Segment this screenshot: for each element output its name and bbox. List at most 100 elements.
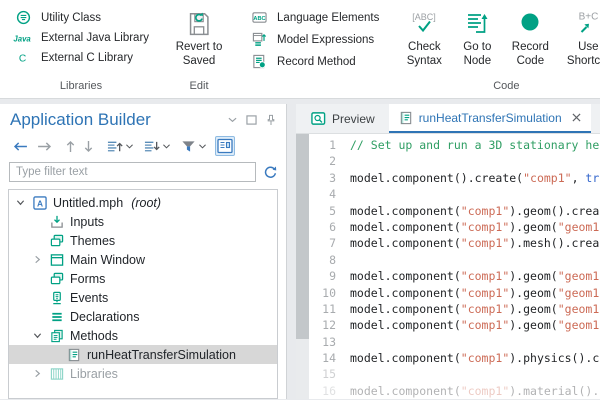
close-tab-icon[interactable] (572, 113, 581, 122)
tree-item-inputs[interactable]: Inputs (9, 212, 277, 231)
revert-to-saved-label: Revert to Saved (169, 41, 229, 69)
forward-button[interactable] (34, 140, 55, 153)
application-builder-panel: Application Builder (0, 104, 287, 399)
record-code-button[interactable]: Record Code (502, 6, 558, 70)
collapse-panel-icon[interactable] (228, 117, 237, 123)
tree-item-forms[interactable]: Forms (9, 269, 277, 288)
declarations-icon (49, 310, 65, 324)
go-to-node-button[interactable]: Go to Node (454, 6, 500, 70)
chevron-collapsed-icon[interactable] (30, 255, 44, 264)
code-text: model.component("comp1").geom("geom1 (350, 301, 599, 317)
line-number: 2 (309, 153, 336, 169)
move-up-button[interactable] (63, 138, 78, 155)
code-line-16: 16model.component("comp1").material(). (309, 383, 600, 399)
line-number: 3 (309, 170, 336, 186)
java-icon: Java (13, 33, 34, 44)
line-number: 11 (309, 301, 336, 317)
tree-item-untitled-mph[interactable]: AUntitled.mph(root) (9, 193, 277, 212)
line-number: 15 (309, 366, 336, 382)
move-down-button[interactable] (81, 138, 96, 155)
use-shortcut-button[interactable]: B+C Use Shortcut (560, 6, 600, 70)
tree-item-events[interactable]: Events (9, 288, 277, 307)
code-text: model.component("comp1").geom("geom1 (350, 219, 599, 235)
code-line-13: 13 (309, 334, 600, 350)
line-number: 6 (309, 219, 336, 235)
panel-header: Application Builder (8, 108, 278, 134)
panel-divider[interactable] (287, 104, 296, 399)
tree-item-label: Main Window (70, 253, 145, 267)
record-method-button[interactable]: Record Method (246, 53, 382, 70)
language-elements-button[interactable]: ABC Language Elements (246, 9, 382, 26)
code-line-15: 15 (309, 366, 600, 382)
back-icon (12, 141, 29, 152)
node-text-icon (217, 138, 233, 154)
external-c-library-label: External C Library (41, 52, 133, 64)
revert-to-saved-button[interactable]: Revert to Saved (168, 6, 230, 70)
pin-panel-icon[interactable] (266, 114, 276, 126)
tab-preview[interactable]: Preview (301, 104, 385, 133)
tree-item-label: Events (70, 291, 108, 305)
node-text-toggle-button[interactable] (215, 136, 235, 156)
svg-text:A: A (37, 198, 43, 208)
dropdown-caret-icon (199, 144, 206, 149)
tree-item-libraries[interactable]: Libraries (9, 364, 277, 383)
check-syntax-button[interactable]: [ABC] Check Syntax (396, 6, 452, 70)
tree-item-themes[interactable]: Themes (9, 231, 277, 250)
tree-item-main-window[interactable]: Main Window (9, 250, 277, 269)
main-window-icon (49, 253, 65, 267)
preview-icon (311, 111, 326, 126)
editor-tab-bar: Preview runHeatTransferSimulation (296, 104, 600, 134)
code-editor[interactable]: 1// Set up and run a 3D stationary he23m… (309, 134, 600, 399)
scrollbar-thumb[interactable] (296, 134, 309, 339)
chevron-expanded-icon[interactable] (30, 331, 44, 340)
inputs-icon (49, 215, 65, 229)
main-content: Application Builder (0, 99, 600, 399)
tree-item-declarations[interactable]: Declarations (9, 307, 277, 326)
sort-up-icon (106, 139, 123, 154)
tree-item-label: Forms (70, 272, 105, 286)
refresh-button[interactable] (263, 165, 278, 180)
chevron-expanded-icon[interactable] (13, 198, 27, 207)
tab-preview-label: Preview (332, 112, 375, 126)
tree-item-label: Declarations (70, 310, 139, 324)
tree-item-label: Themes (70, 234, 115, 248)
model-expressions-label: Model Expressions (277, 34, 374, 46)
model-expressions-button[interactable]: Model Expressions (246, 31, 382, 48)
record-code-icon (515, 7, 545, 41)
filter-input[interactable] (9, 162, 256, 182)
tab-run-heat-transfer-simulation[interactable]: runHeatTransferSimulation (389, 104, 591, 133)
ribbon-group-edit: Revert to Saved Edit (160, 0, 238, 98)
tree-item-methods[interactable]: Methods (9, 326, 277, 345)
sort-down-button[interactable] (141, 138, 172, 155)
code-line-8: 8 (309, 252, 600, 268)
utility-class-button[interactable]: Utility Class (10, 9, 152, 26)
code-line-7: 7model.component("comp1").mesh().crea (309, 235, 600, 251)
line-number: 8 (309, 252, 336, 268)
code-line-5: 5model.component("comp1").geom().crea (309, 203, 600, 219)
forward-icon (36, 141, 53, 152)
model-expressions-icon (249, 32, 270, 47)
code-line-1: 1// Set up and run a 3D stationary he (309, 137, 600, 153)
sort-up-button[interactable] (104, 138, 135, 155)
code-line-14: 14model.component("comp1").physics().c (309, 350, 600, 366)
ribbon: Utility Class Java External Java Library… (0, 0, 600, 99)
chevron-collapsed-icon[interactable] (30, 369, 44, 378)
code-line-3: 3 model.component().create("comp1", tr (309, 170, 600, 186)
line-number: 12 (309, 317, 336, 333)
tree-item-runheattransfersimulation[interactable]: runHeatTransferSimulation (9, 345, 277, 364)
ribbon-group-label-edit: Edit (168, 78, 230, 96)
tree-item-label: runHeatTransferSimulation (87, 348, 236, 362)
code-text: model.component().create("comp1", tr (350, 170, 599, 186)
filter-button[interactable] (179, 138, 208, 155)
use-shortcut-icon: B+C (573, 7, 600, 41)
external-c-library-button[interactable]: C External C Library (10, 50, 152, 65)
app-icon: A (32, 196, 48, 210)
float-panel-icon[interactable] (246, 115, 257, 125)
record-method-label: Record Method (277, 56, 356, 68)
language-elements-icon: ABC (249, 10, 270, 25)
external-java-library-button[interactable]: Java External Java Library (10, 31, 152, 45)
events-icon (49, 291, 65, 305)
back-button[interactable] (10, 140, 31, 153)
editor-scrollbar[interactable] (296, 134, 309, 399)
tree-item-label: Untitled.mph (53, 196, 123, 210)
